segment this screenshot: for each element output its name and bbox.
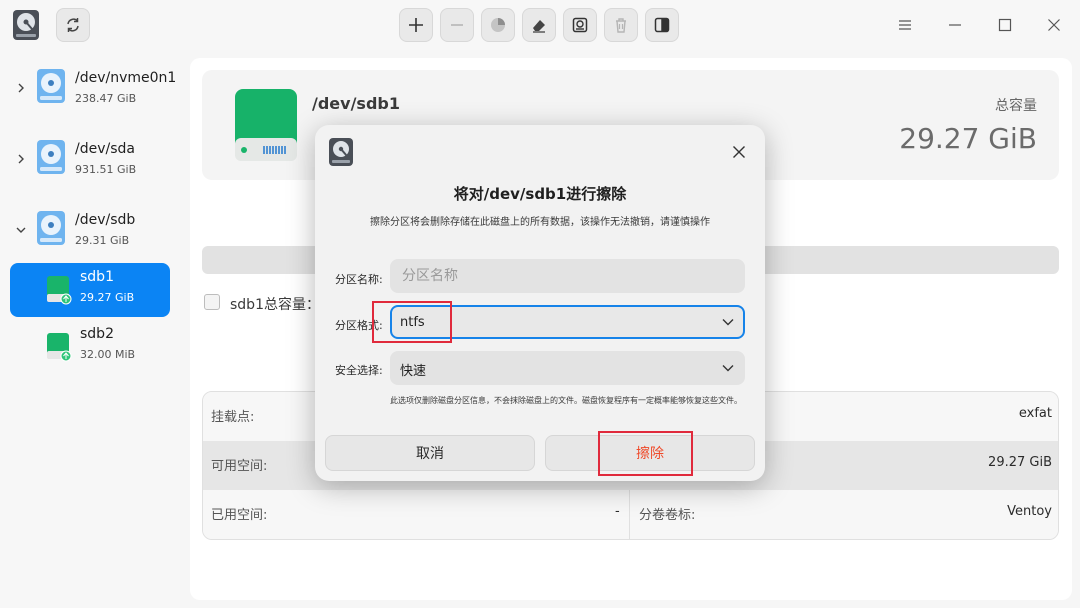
chevron-right-icon[interactable] [15,82,27,94]
close-icon [1048,19,1060,31]
partition-large-icon [235,89,297,161]
erase-highlight-box [598,431,693,476]
partition-name: sdb1 [80,269,114,285]
volume-label-label: 分卷卷标: [639,508,696,523]
disk-utility-app-icon [329,138,353,166]
add-partition-button[interactable] [399,8,433,42]
device-size: 238.47 GiB [75,92,137,105]
hard-disk-icon [37,211,65,245]
used-space-value: - [615,504,620,519]
dialog-title: 将对/dev/sdb1进行擦除 [453,185,627,203]
minimize-icon [949,24,961,26]
maximize-button[interactable] [992,12,1018,38]
trash-icon [616,18,626,33]
close-icon [733,146,745,158]
refresh-icon [67,18,79,32]
free-space-value: 29.27 GiB [988,455,1052,470]
disk-icon [572,17,588,33]
maximize-icon [998,18,1012,32]
remove-partition-button[interactable] [440,8,474,42]
device-sidebar: /dev/nvme0n1 238.47 GiB /dev/sda 931.51 … [0,50,180,608]
sidebar-device-sdb[interactable]: /dev/sdb 29.31 GiB [10,206,170,260]
chevron-down-icon [722,365,734,372]
partition-name-input[interactable] [390,259,745,293]
delete-button[interactable] [604,8,638,42]
chevron-right-icon[interactable] [15,153,27,165]
partition-size: 29.27 GiB [80,291,135,304]
close-window-button[interactable] [1041,12,1067,38]
chevron-down-icon[interactable] [15,224,27,236]
sidebar-device-sda[interactable]: /dev/sda 931.51 GiB [10,135,170,189]
filesystem-value: exfat [1018,406,1052,421]
column-divider [629,490,630,539]
menu-icon [899,20,911,30]
add-icon [409,18,423,32]
mount-point-label: 挂载点: [211,410,255,425]
format-highlight-box [372,301,452,343]
partition-name-field[interactable] [390,259,745,293]
security-option-select[interactable]: 快速 [390,351,745,385]
dialog-close-button[interactable] [729,142,749,162]
partition-icon [47,276,72,305]
device-name: /dev/sda [75,141,135,157]
split-icon [654,17,670,33]
free-space-label: 可用空间: [211,459,268,474]
sidebar-device-nvme0n1[interactable]: /dev/nvme0n1 238.47 GiB [10,64,176,118]
chevron-down-icon [722,319,734,326]
dialog-warning-text: 擦除分区将会删除存储在此磁盘上的所有数据，该操作无法撤销，请谨慎操作 [370,217,710,228]
partition-size: 32.00 MiB [80,348,136,361]
hard-disk-icon [37,140,65,174]
legend-swatch [204,294,220,310]
device-name: /dev/nvme0n1 [75,70,177,86]
hard-disk-icon [37,69,65,103]
erase-button[interactable] [522,8,556,42]
sidebar-partition-sdb2[interactable]: sdb2 32.00 MiB [10,320,170,374]
partition-name-label: 分区名称: [335,273,383,286]
title-bar [0,0,1080,50]
refresh-button[interactable] [56,8,90,42]
partition-icon [47,333,72,362]
format-button[interactable] [563,8,597,42]
security-selected-value: 快速 [400,364,427,379]
capacity-value: 29.27 GiB [899,122,1037,155]
minimize-button[interactable] [942,12,968,38]
capacity-label: 总容量 [995,98,1037,114]
pie-chart-icon [491,18,505,32]
used-space-label: 已用空间: [211,508,268,523]
device-size: 29.31 GiB [75,234,130,247]
info-row-used: 已用空间: - 分卷卷标: Ventoy [203,490,1058,539]
legend-label: sdb1总容量： [230,297,320,313]
cancel-button[interactable]: 取消 [325,435,535,471]
disk-utility-app-icon [12,9,40,41]
partition-name: sdb2 [80,326,114,342]
volume-label-value: Ventoy [1007,504,1052,519]
security-option-note: 此选项仅删除磁盘分区信息，不会抹除磁盘上的文件。磁盘恢复程序有一定概率能够恢复这… [390,396,742,405]
partition-button[interactable] [481,8,515,42]
remove-icon [451,24,463,26]
main-menu-button[interactable] [892,12,918,38]
eraser-icon [533,20,545,33]
security-option-label: 安全选择: [335,364,383,377]
device-size: 931.51 GiB [75,163,137,176]
device-name: /dev/sdb [75,212,136,228]
split-button[interactable] [645,8,679,42]
partition-title: /dev/sdb1 [312,94,400,113]
sidebar-partition-sdb1[interactable]: sdb1 29.27 GiB [10,263,170,317]
